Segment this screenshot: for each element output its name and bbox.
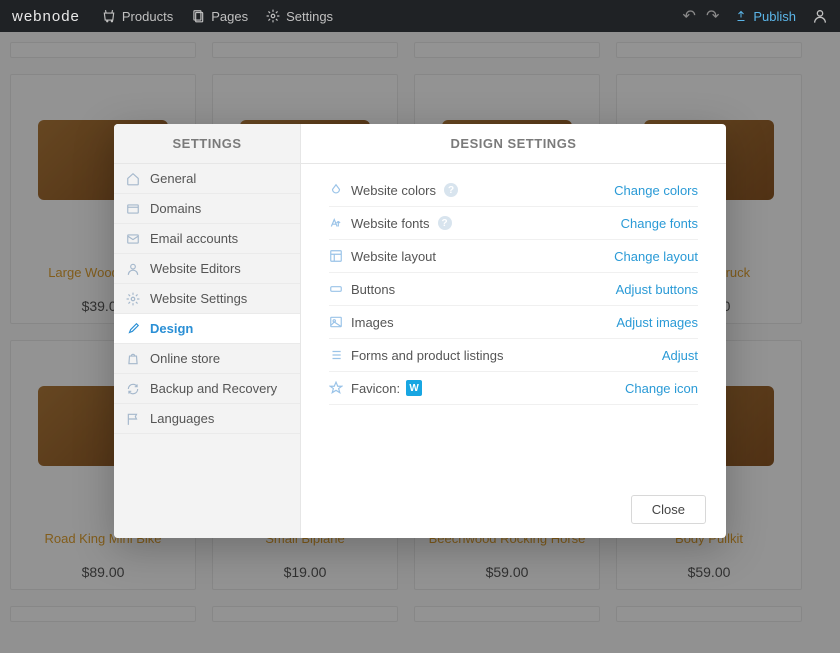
settings-main: DESIGN SETTINGS Website colors ? Change … — [301, 124, 726, 538]
setting-row-colors: Website colors ? Change colors — [329, 174, 698, 207]
main-title: DESIGN SETTINGS — [301, 124, 726, 164]
setting-row-layout: Website layout Change layout — [329, 240, 698, 273]
nav-settings-label: Settings — [286, 9, 333, 24]
user-icon — [126, 262, 140, 276]
user-icon[interactable] — [812, 8, 828, 24]
layout-icon — [329, 249, 343, 263]
setting-label: Website fonts — [351, 216, 430, 231]
sidebar-item-general[interactable]: General — [114, 164, 300, 194]
sidebar-item-label: Online store — [150, 351, 220, 366]
nav-settings[interactable]: Settings — [266, 9, 333, 24]
setting-row-images: Images Adjust images — [329, 306, 698, 339]
settings-sidebar: SETTINGS General Domains Email accounts … — [114, 124, 301, 538]
help-icon[interactable]: ? — [438, 216, 452, 230]
image-icon — [329, 315, 343, 329]
undo-icon[interactable]: ↶ — [683, 6, 696, 26]
action-adjust-images[interactable]: Adjust images — [616, 315, 698, 330]
nav-products[interactable]: Products — [102, 9, 173, 24]
publish-label: Publish — [753, 9, 796, 24]
button-icon — [329, 282, 343, 296]
sidebar-item-label: Website Editors — [150, 261, 241, 276]
nav-pages-label: Pages — [211, 9, 248, 24]
sidebar-item-label: Languages — [150, 411, 214, 426]
font-icon — [329, 216, 343, 230]
setting-label: Website layout — [351, 249, 436, 264]
action-adjust-forms[interactable]: Adjust — [662, 348, 698, 363]
sidebar-item-label: Backup and Recovery — [150, 381, 277, 396]
action-change-fonts[interactable]: Change fonts — [621, 216, 698, 231]
sidebar-item-website-settings[interactable]: Website Settings — [114, 284, 300, 314]
domain-icon — [126, 202, 140, 216]
pages-icon — [191, 9, 205, 23]
sidebar-item-label: Website Settings — [150, 291, 247, 306]
sidebar-item-label: Domains — [150, 201, 201, 216]
sidebar-item-design[interactable]: Design — [114, 314, 300, 344]
action-change-layout[interactable]: Change layout — [614, 249, 698, 264]
redo-icon[interactable]: ↷ — [706, 6, 719, 26]
setting-row-forms: Forms and product listings Adjust — [329, 339, 698, 372]
refresh-icon — [126, 382, 140, 396]
sidebar-title: SETTINGS — [114, 124, 300, 164]
help-icon[interactable]: ? — [444, 183, 458, 197]
setting-label: Website colors — [351, 183, 436, 198]
top-nav: Products Pages Settings — [102, 9, 333, 24]
list-icon — [329, 348, 343, 362]
bag-icon — [126, 352, 140, 366]
home-icon — [126, 172, 140, 186]
favicon-preview: W — [406, 380, 422, 396]
top-bar: webnode Products Pages Settings ↶ ↷ Publ… — [0, 0, 840, 32]
sidebar-item-editors[interactable]: Website Editors — [114, 254, 300, 284]
publish-button[interactable]: Publish — [735, 9, 796, 24]
sidebar-item-languages[interactable]: Languages — [114, 404, 300, 434]
gear-icon — [126, 292, 140, 306]
brush-icon — [126, 322, 140, 336]
setting-label: Favicon: — [351, 381, 400, 396]
setting-row-favicon: Favicon: W Change icon — [329, 372, 698, 405]
setting-row-fonts: Website fonts ? Change fonts — [329, 207, 698, 240]
cart-icon — [102, 9, 116, 23]
nav-pages[interactable]: Pages — [191, 9, 248, 24]
nav-products-label: Products — [122, 9, 173, 24]
sidebar-item-label: Email accounts — [150, 231, 238, 246]
sidebar-item-domains[interactable]: Domains — [114, 194, 300, 224]
sidebar-item-backup[interactable]: Backup and Recovery — [114, 374, 300, 404]
mail-icon — [126, 232, 140, 246]
setting-label: Images — [351, 315, 394, 330]
action-adjust-buttons[interactable]: Adjust buttons — [616, 282, 698, 297]
setting-label: Forms and product listings — [351, 348, 503, 363]
close-button[interactable]: Close — [631, 495, 706, 524]
sidebar-item-label: Design — [150, 321, 193, 336]
settings-modal: SETTINGS General Domains Email accounts … — [114, 124, 726, 538]
sidebar-item-email[interactable]: Email accounts — [114, 224, 300, 254]
sidebar-item-label: General — [150, 171, 196, 186]
drop-icon — [329, 183, 343, 197]
gear-icon — [266, 9, 280, 23]
logo: webnode — [12, 8, 80, 25]
setting-label: Buttons — [351, 282, 395, 297]
flag-icon — [126, 412, 140, 426]
action-change-icon[interactable]: Change icon — [625, 381, 698, 396]
setting-row-buttons: Buttons Adjust buttons — [329, 273, 698, 306]
sidebar-item-online-store[interactable]: Online store — [114, 344, 300, 374]
action-change-colors[interactable]: Change colors — [614, 183, 698, 198]
upload-icon — [735, 10, 747, 22]
star-icon — [329, 381, 343, 395]
